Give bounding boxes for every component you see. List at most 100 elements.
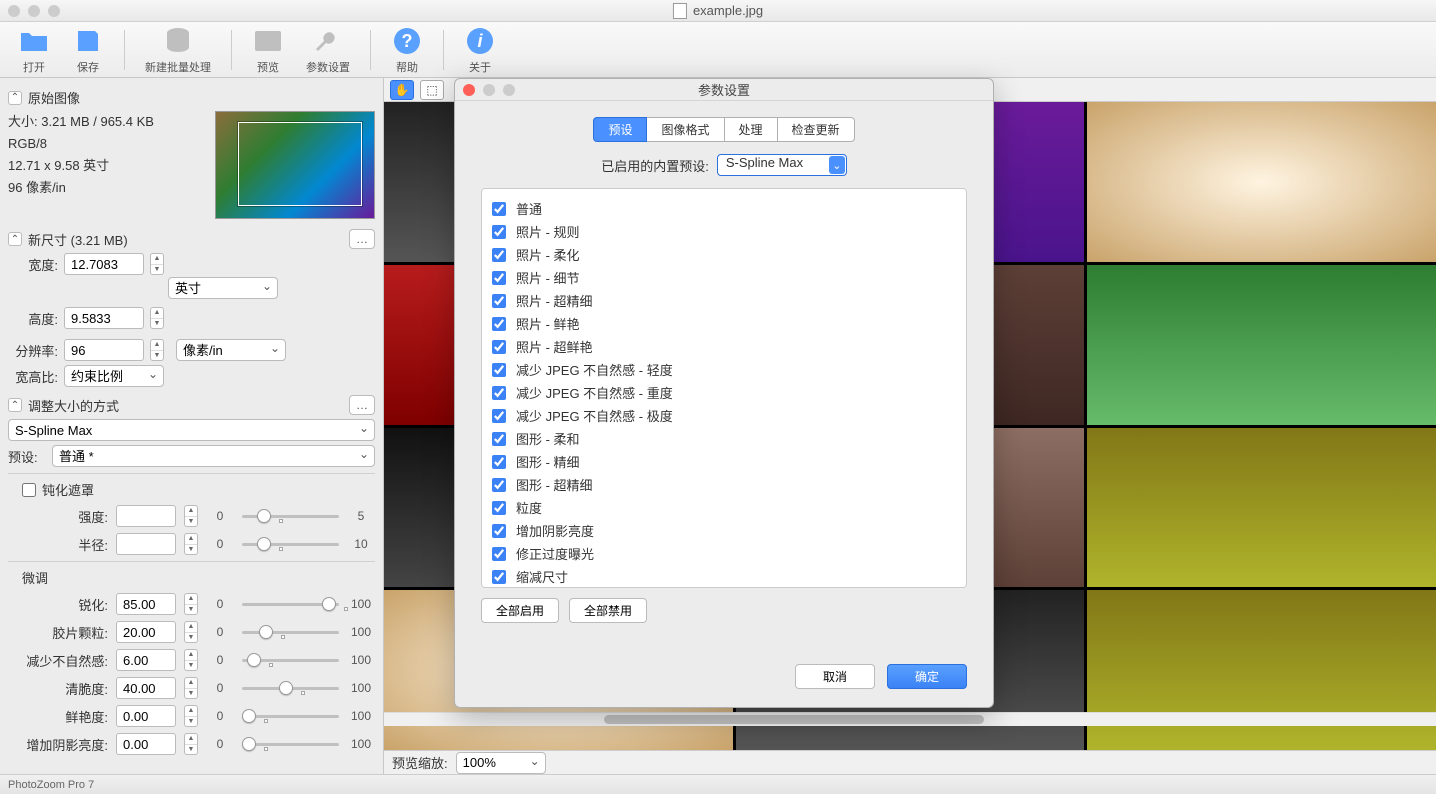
marquee-tool-button[interactable]: ⬚: [420, 80, 444, 100]
resolution-input[interactable]: [64, 339, 144, 361]
tab-preset[interactable]: 预设: [593, 117, 647, 142]
shadow-stepper[interactable]: ▲▼: [184, 733, 198, 755]
preset-item: 普通: [492, 197, 956, 220]
preset-item-checkbox[interactable]: [492, 317, 506, 331]
cancel-button[interactable]: 取消: [795, 664, 875, 689]
unsharp-radius-stepper[interactable]: ▲▼: [184, 533, 198, 555]
help-button[interactable]: ? 帮助: [385, 23, 429, 77]
preset-item-checkbox[interactable]: [492, 570, 506, 584]
grain-label: 胶片颗粒:: [8, 623, 108, 642]
status-bar: PhotoZoom Pro 7: [0, 774, 1436, 794]
sharpen-input[interactable]: [116, 593, 176, 615]
window-controls[interactable]: [8, 5, 60, 17]
preset-item-checkbox[interactable]: [492, 340, 506, 354]
ok-button[interactable]: 确定: [887, 664, 967, 689]
shadow-slider[interactable]: [242, 736, 339, 752]
preset-item-checkbox[interactable]: [492, 202, 506, 216]
zoom-select[interactable]: 100%: [456, 752, 546, 774]
height-stepper[interactable]: ▲▼: [150, 307, 164, 329]
preset-item-label: 照片 - 超精细: [516, 291, 593, 310]
preset-item: 照片 - 超精细: [492, 289, 956, 312]
resolution-stepper[interactable]: ▲▼: [150, 339, 164, 361]
modal-close-button[interactable]: [463, 84, 475, 96]
new-batch-button[interactable]: 新建批量处理: [139, 23, 217, 77]
vivid-input[interactable]: [116, 705, 176, 727]
crisp-slider[interactable]: [242, 680, 339, 696]
vivid-stepper[interactable]: ▲▼: [184, 705, 198, 727]
tab-process[interactable]: 处理: [725, 117, 778, 142]
resolution-unit-select[interactable]: 像素/in: [176, 339, 286, 361]
preset-item-label: 修正过度曝光: [516, 544, 594, 563]
preset-item-checkbox[interactable]: [492, 225, 506, 239]
preset-item-checkbox[interactable]: [492, 363, 506, 377]
params-button[interactable]: 参数设置: [300, 23, 356, 77]
zoom-label: 预览缩放:: [392, 753, 448, 772]
unsharp-mask-label: 钝化遮罩: [42, 480, 94, 499]
modal-tabs: 预设 图像格式 处理 检查更新: [455, 117, 993, 142]
vivid-slider[interactable]: [242, 708, 339, 724]
artifact-input[interactable]: [116, 649, 176, 671]
tab-update[interactable]: 检查更新: [778, 117, 855, 142]
size-unit-select[interactable]: 英寸: [168, 277, 278, 299]
preset-item-checkbox[interactable]: [492, 547, 506, 561]
preview-button[interactable]: 预览: [246, 23, 290, 77]
zoom-window[interactable]: [48, 5, 60, 17]
preset-item-checkbox[interactable]: [492, 455, 506, 469]
preset-item-checkbox[interactable]: [492, 501, 506, 515]
preset-item: 照片 - 鲜艳: [492, 312, 956, 335]
preset-item-checkbox[interactable]: [492, 432, 506, 446]
collapse-resize-icon[interactable]: ⌃: [8, 398, 22, 412]
sharpen-stepper[interactable]: ▲▼: [184, 593, 198, 615]
unsharp-strength-input[interactable]: [116, 505, 176, 527]
minimize-window[interactable]: [28, 5, 40, 17]
open-button[interactable]: 打开: [12, 23, 56, 77]
resize-method-select[interactable]: S-Spline Max: [8, 419, 375, 441]
unsharp-strength-stepper[interactable]: ▲▼: [184, 505, 198, 527]
preset-item-label: 粒度: [516, 498, 542, 517]
unsharp-strength-slider[interactable]: [242, 508, 339, 524]
preset-item-checkbox[interactable]: [492, 271, 506, 285]
aspect-select[interactable]: 约束比例: [64, 365, 164, 387]
hand-tool-button[interactable]: ✋: [390, 80, 414, 100]
sharpen-slider[interactable]: [242, 596, 339, 612]
unsharp-radius-label: 半径:: [8, 535, 108, 554]
unsharp-radius-input[interactable]: [116, 533, 176, 555]
preset-item: 缩减尺寸: [492, 565, 956, 588]
crisp-input[interactable]: [116, 677, 176, 699]
collapse-original-icon[interactable]: ⌃: [8, 91, 22, 105]
width-stepper[interactable]: ▲▼: [150, 253, 164, 275]
resize-more-button[interactable]: …: [349, 395, 375, 415]
about-button[interactable]: i 关于: [458, 23, 502, 77]
preset-select[interactable]: 普通 *: [52, 445, 375, 467]
enable-all-button[interactable]: 全部启用: [481, 598, 559, 623]
artifact-slider[interactable]: [242, 652, 339, 668]
grain-input[interactable]: [116, 621, 176, 643]
width-input[interactable]: [64, 253, 144, 275]
height-input[interactable]: [64, 307, 144, 329]
preset-item-checkbox[interactable]: [492, 524, 506, 538]
grain-stepper[interactable]: ▲▼: [184, 621, 198, 643]
newsize-more-button[interactable]: …: [349, 229, 375, 249]
unsharp-radius-slider[interactable]: [242, 536, 339, 552]
preset-item-checkbox[interactable]: [492, 248, 506, 262]
crisp-stepper[interactable]: ▲▼: [184, 677, 198, 699]
preferences-dialog: 参数设置 预设 图像格式 处理 检查更新 已启用的内置预设: S-Spline …: [454, 78, 994, 708]
shadow-input[interactable]: [116, 733, 176, 755]
unsharp-mask-checkbox[interactable]: [22, 483, 36, 497]
save-button[interactable]: 保存: [66, 23, 110, 77]
collapse-newsize-icon[interactable]: ⌃: [8, 232, 22, 246]
preset-item-checkbox[interactable]: [492, 386, 506, 400]
artifact-stepper[interactable]: ▲▼: [184, 649, 198, 671]
width-label: 宽度:: [8, 255, 58, 274]
tab-format[interactable]: 图像格式: [647, 117, 724, 142]
enabled-preset-select[interactable]: S-Spline Max: [717, 154, 847, 176]
disable-all-button[interactable]: 全部禁用: [569, 598, 647, 623]
horizontal-scrollbar[interactable]: [384, 712, 1436, 726]
preset-item-checkbox[interactable]: [492, 294, 506, 308]
original-thumbnail[interactable]: [215, 111, 375, 219]
preset-item-checkbox[interactable]: [492, 409, 506, 423]
close-window[interactable]: [8, 5, 20, 17]
grain-slider[interactable]: [242, 624, 339, 640]
preset-item-checkbox[interactable]: [492, 478, 506, 492]
vivid-label: 鲜艳度:: [8, 707, 108, 726]
